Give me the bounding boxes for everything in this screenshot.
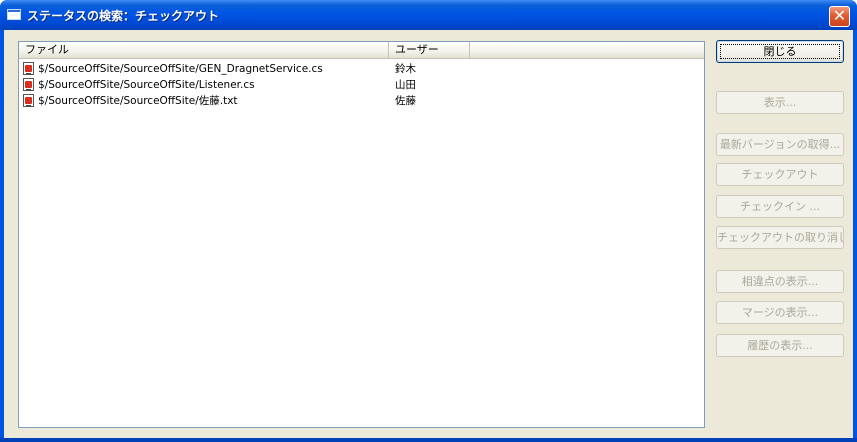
file-path: $/SourceOffSite/SourceOffSite/Listener.c… [38,79,255,91]
checkin-button[interactable]: チェックイン ... [716,195,844,218]
column-header-file[interactable]: ファイル [19,42,389,58]
source-file-icon [23,94,34,107]
get-latest-button[interactable]: 最新バージョンの取得... [716,133,844,156]
source-file-icon [23,62,34,75]
show-history-button[interactable]: 履歴の表示... [716,334,844,357]
user-name: 山田 [395,79,416,91]
table-row[interactable]: $/SourceOffSite/SourceOffSite/Listener.c… [19,77,704,93]
close-button-label: 閉じる [763,45,797,58]
show-diff-button[interactable]: 相違点の表示... [716,270,844,293]
close-icon[interactable]: ✕ [829,6,850,27]
list-header: ファイル ユーザー [19,42,704,59]
file-path: $/SourceOffSite/SourceOffSite/佐藤.txt [38,95,238,107]
user-name: 佐藤 [395,95,416,107]
file-path: $/SourceOffSite/SourceOffSite/GEN_Dragne… [38,63,323,75]
close-button[interactable]: 閉じる [716,40,844,63]
window-title: ステータスの検索：チェックアウト [27,9,220,23]
show-merge-button[interactable]: マージの表示... [716,301,844,324]
undo-checkout-button[interactable]: チェックアウトの取り消し [716,226,844,249]
checkout-button[interactable]: チェックアウト [716,163,844,186]
source-file-icon [23,78,34,91]
dialog-body: ファイル ユーザー $/SourceOffSite/SourceOffSite/… [4,30,853,438]
column-header-user[interactable]: ユーザー [389,42,470,58]
table-row[interactable]: $/SourceOffSite/SourceOffSite/GEN_Dragne… [19,61,704,77]
table-row[interactable]: $/SourceOffSite/SourceOffSite/佐藤.txt 佐藤 [19,93,704,109]
dialog-window: ステータスの検索：チェックアウト ✕ ファイル ユーザー $/SourceOff… [0,0,857,442]
title-bar[interactable]: ステータスの検索：チェックアウト ✕ [0,0,857,30]
checkout-file-list[interactable]: ファイル ユーザー $/SourceOffSite/SourceOffSite/… [18,41,705,428]
window-icon [7,9,21,20]
window-bottom-border [0,438,857,442]
show-button[interactable]: 表示... [716,91,844,114]
user-name: 鈴木 [395,63,416,75]
